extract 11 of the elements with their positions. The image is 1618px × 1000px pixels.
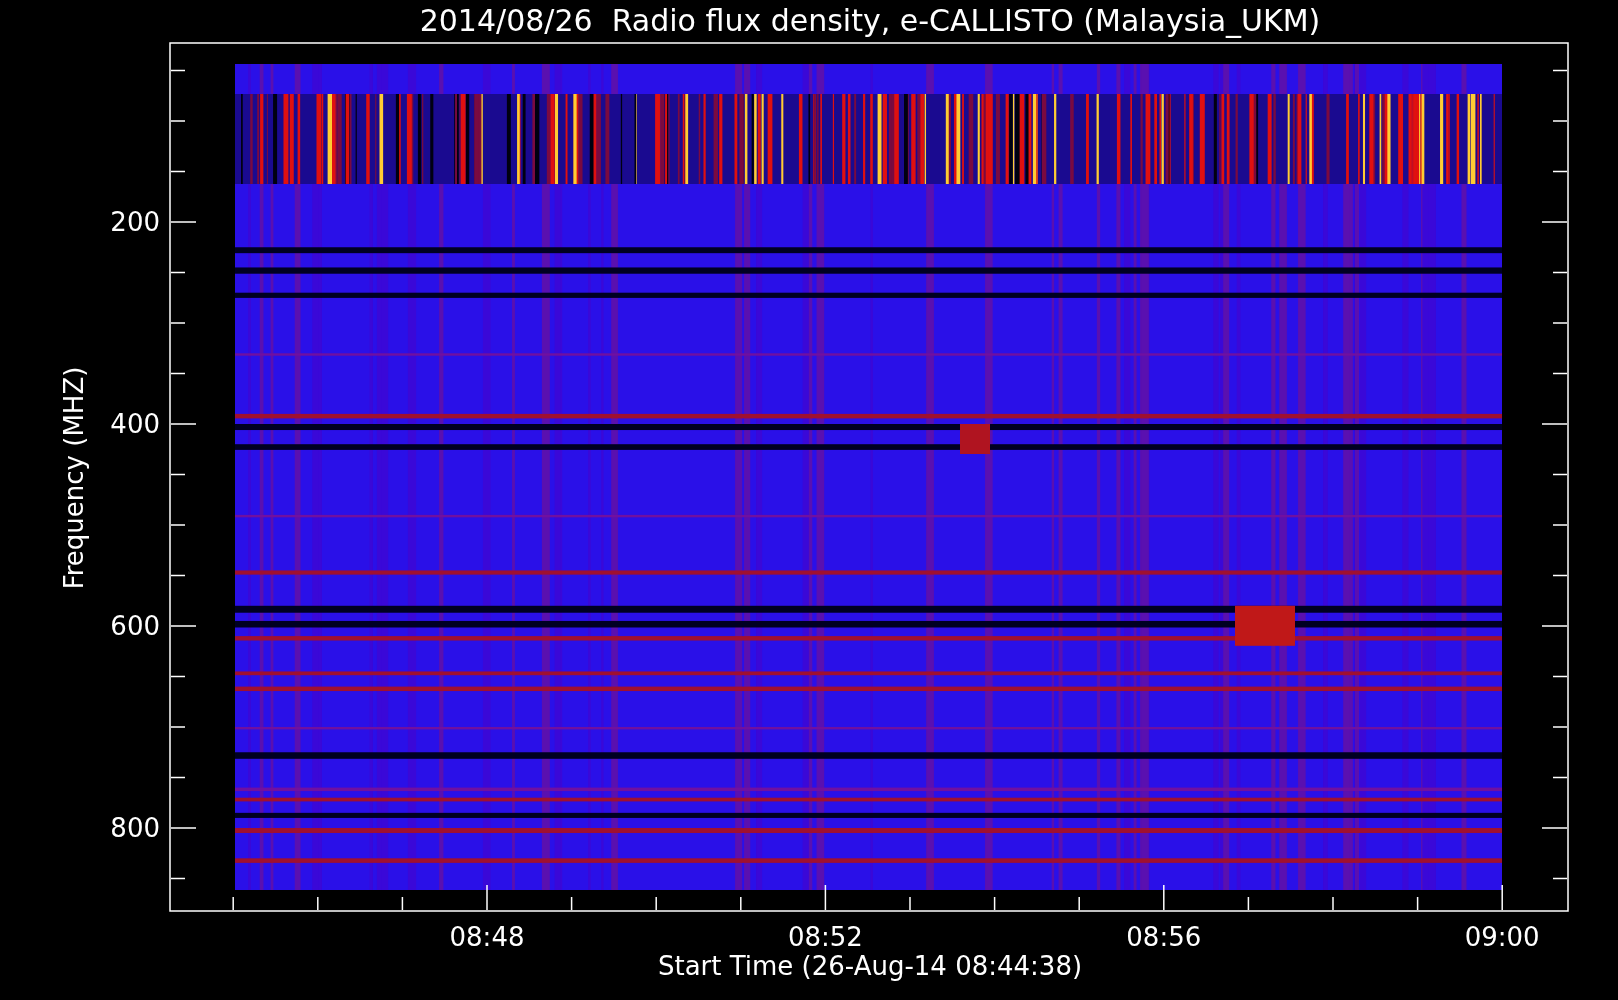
x-tick-label: 08:52 [787, 922, 863, 952]
y-tick-label: 400 [110, 409, 160, 439]
y-tick-label: 800 [110, 813, 160, 843]
chart-title: 2014/08/26 Radio flux density, e-CALLISTO (Malaysia_UKM) [419, 3, 1321, 38]
x-tick-label: 09:00 [1464, 922, 1540, 952]
x-axis-label: Start Time (26-Aug-14 08:44:38) [657, 951, 1083, 981]
x-tick-label: 08:56 [1126, 922, 1202, 952]
y-axis-label: Frequency (MHZ) [59, 366, 89, 590]
y-tick-label: 200 [110, 207, 160, 237]
y-tick-label: 600 [110, 611, 160, 641]
x-tick-label: 08:48 [449, 922, 525, 952]
